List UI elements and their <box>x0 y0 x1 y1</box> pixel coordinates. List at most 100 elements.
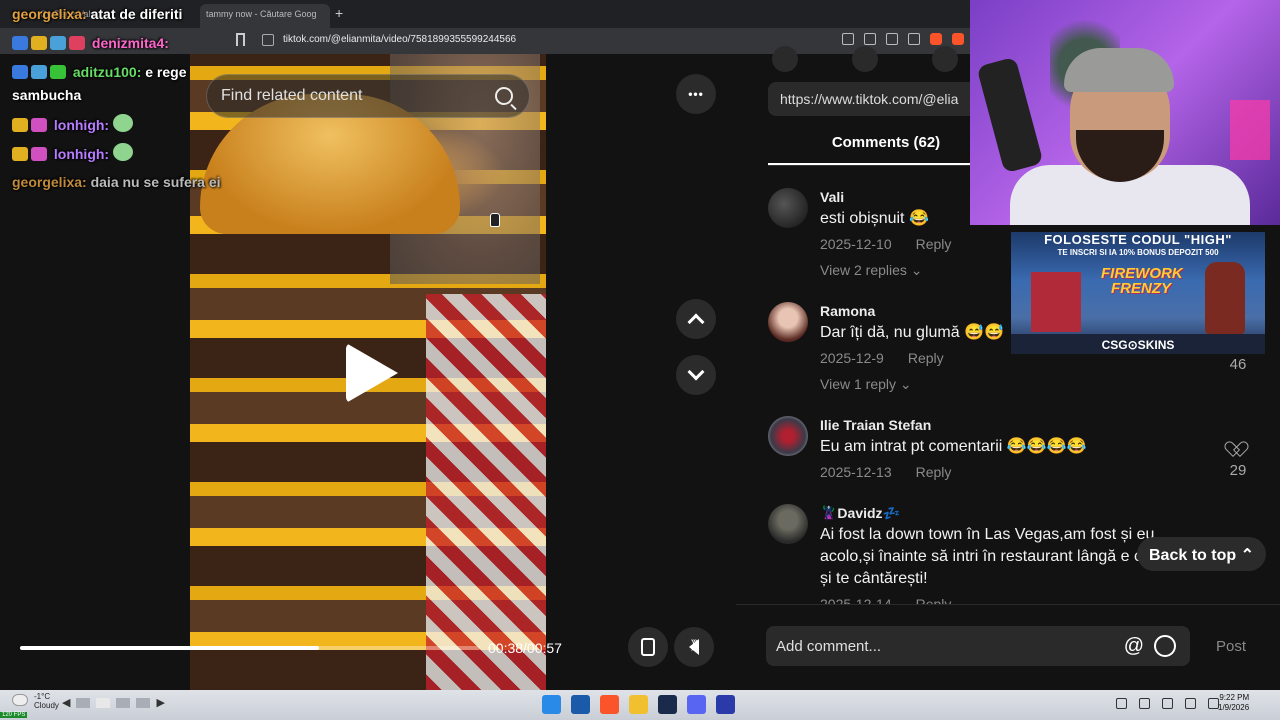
chat-text: atat de diferiti <box>90 6 183 22</box>
tab-comments[interactable]: Comments (62) <box>768 134 1004 164</box>
brave-rewards-icon[interactable] <box>952 33 964 45</box>
brave-shields-icon[interactable] <box>930 33 942 45</box>
site-info-icon[interactable] <box>262 34 274 46</box>
avatar[interactable] <box>768 504 808 544</box>
crown-icon <box>12 147 28 161</box>
badge-icon <box>31 65 47 79</box>
back-to-top-button[interactable]: Back to top ⌃ <box>1137 537 1266 571</box>
chat-message: georgelixa: daia nu se sufera ei <box>12 174 221 190</box>
view-replies-button[interactable]: View 1 reply ⌄ <box>820 376 1190 393</box>
cast-icon[interactable] <box>864 33 876 45</box>
view-replies-label: View 2 replies <box>820 262 907 278</box>
video-progress-bar[interactable] <box>20 646 480 650</box>
reader-mode-icon[interactable] <box>842 33 854 45</box>
crown-icon <box>31 36 47 50</box>
ad-headline: FOLOSESTE CODUL "HIGH" <box>1044 232 1232 247</box>
share-icon[interactable] <box>908 33 920 45</box>
file-explorer-icon[interactable] <box>629 695 648 714</box>
chat-message: aditzu100: e rege <box>12 64 187 80</box>
new-tab-button[interactable]: + <box>335 5 343 21</box>
url-field[interactable]: tiktok.com/@elianmita/video/758189935559… <box>283 34 516 45</box>
previous-track-icon[interactable]: ◀ <box>62 696 70 709</box>
app-icon[interactable] <box>716 695 735 714</box>
tray-expand-icon[interactable] <box>1116 698 1127 709</box>
avatar[interactable] <box>768 188 808 228</box>
address-bar-actions <box>842 33 964 45</box>
chat-username: denizmita4: <box>91 35 169 51</box>
like-control[interactable]: 29 <box>1220 442 1256 479</box>
chat-message: lonhigh: <box>12 143 136 162</box>
zoom-icon[interactable] <box>886 33 898 45</box>
pip-icon <box>641 638 655 656</box>
emoji-icon[interactable] <box>1154 635 1176 657</box>
embed-icon[interactable] <box>772 46 798 72</box>
next-track-icon[interactable]: ▶ <box>156 696 164 709</box>
weather-widget[interactable]: -1°C Cloudy <box>34 692 59 710</box>
search-icon[interactable] <box>495 87 513 105</box>
post-button[interactable]: Post <box>1216 638 1246 655</box>
like-control[interactable]: 46 <box>1220 352 1256 373</box>
browser-tab-active[interactable]: tammy now - Căutare Goog <box>200 4 330 28</box>
discord-icon[interactable] <box>687 695 706 714</box>
chat-text: sambucha <box>12 87 82 103</box>
media-controls: ◀ ▶ <box>62 696 165 709</box>
play-icon[interactable] <box>346 343 398 403</box>
fps-counter: 120 FPS <box>0 712 28 718</box>
reply-button[interactable]: Reply <box>916 464 952 480</box>
volume-tray-icon[interactable] <box>1162 698 1173 709</box>
previous-video-button[interactable] <box>676 299 716 339</box>
close-icon[interactable] <box>932 46 958 72</box>
webcam-overlay <box>970 0 1280 225</box>
ad-subtitle: TE INSCRI SI IA 10% BONUS DEPOZIT 500 <box>1057 248 1219 257</box>
bookmark-icon[interactable] <box>236 33 245 46</box>
steam-icon[interactable] <box>658 695 677 714</box>
related-search-input[interactable] <box>221 85 471 107</box>
picture-in-picture-button[interactable] <box>628 627 668 667</box>
chat-message: georgelixa: atat de diferiti <box>12 6 182 22</box>
video-progress-fill <box>20 646 319 650</box>
clock-time: 9:22 PM <box>1219 693 1250 702</box>
chat-username: aditzu100: <box>72 64 142 80</box>
comment-text: Eu am intrat pt comentarii 😂😂😂😂 <box>820 438 1087 455</box>
media-thumbnail <box>116 697 131 708</box>
comment-username[interactable]: 🦹Davidz💤 <box>820 504 1190 522</box>
media-thumbnail <box>76 697 91 708</box>
view-replies-label: View 1 reply <box>820 376 897 392</box>
start-menu-icon[interactable] <box>542 695 561 714</box>
badge-icon <box>50 36 66 50</box>
volume-button[interactable] <box>674 627 714 667</box>
mouse-cursor-icon <box>490 213 500 227</box>
chat-message: denizmita4: <box>12 35 169 51</box>
windows-taskbar: -1°C Cloudy ◀ ▶ 9:22 PM 1/9/2026 <box>0 690 1280 720</box>
comment-input-box[interactable]: @ <box>766 626 1190 666</box>
clock-date: 1/9/2026 <box>1218 703 1250 712</box>
action-icons-row <box>772 46 958 72</box>
badge-icon <box>31 118 47 132</box>
sponsor-banner: FOLOSESTE CODUL "HIGH" TE INSCRI SI IA 1… <box>1011 232 1265 354</box>
reply-button[interactable]: Reply <box>908 350 944 366</box>
ad-brand: CSG⊙SKINS <box>1011 334 1265 354</box>
brave-browser-icon[interactable] <box>600 695 619 714</box>
chevron-down-icon: ⌄ <box>899 376 912 392</box>
avatar[interactable] <box>768 302 808 342</box>
related-search-box[interactable] <box>206 74 530 118</box>
task-view-icon[interactable] <box>571 695 590 714</box>
add-comment-input[interactable] <box>776 636 1106 656</box>
tray-app-icon[interactable] <box>1139 698 1150 709</box>
weather-temp: -1°C <box>34 692 51 701</box>
microphone <box>976 56 1044 174</box>
comment-username[interactable]: Ilie Traian Stefan <box>820 416 1190 434</box>
next-video-button[interactable] <box>676 355 716 395</box>
heart-icon[interactable] <box>1230 442 1246 458</box>
network-icon[interactable] <box>1185 698 1196 709</box>
system-tray <box>1116 698 1219 709</box>
share-link-field[interactable]: https://www.tiktok.com/@elia <box>768 82 998 116</box>
avatar[interactable] <box>768 416 808 456</box>
reply-button[interactable]: Reply <box>916 236 952 252</box>
system-clock[interactable]: 9:22 PM 1/9/2026 <box>1218 693 1249 713</box>
badge-icon <box>31 147 47 161</box>
send-icon[interactable] <box>852 46 878 72</box>
more-options-button[interactable]: ••• <box>676 74 716 114</box>
mention-icon[interactable]: @ <box>1124 635 1144 658</box>
chat-username: georgelixa: <box>12 174 87 190</box>
